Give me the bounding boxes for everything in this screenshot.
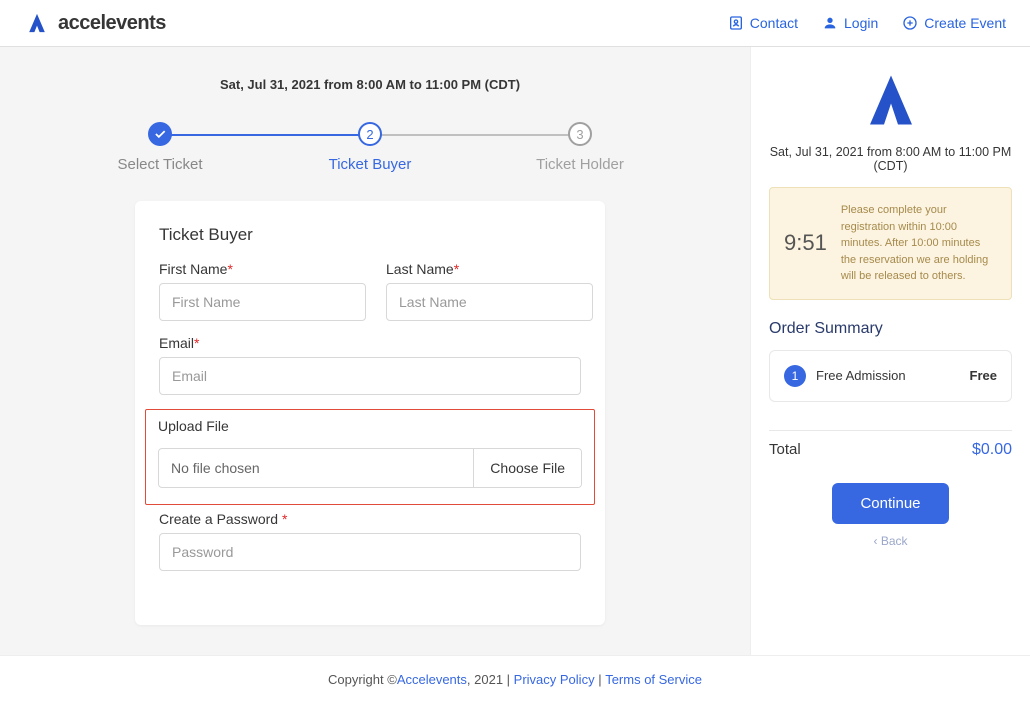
stepper: Select Ticket 2 Ticket Buyer 3 Ticket Ho… xyxy=(100,122,640,173)
back-link[interactable]: ‹ Back xyxy=(769,534,1012,548)
chevron-left-icon: ‹ xyxy=(873,534,877,548)
person-icon xyxy=(822,15,838,31)
file-input-row: No file chosen Choose File xyxy=(158,448,582,488)
footer: Copyright ©Accelevents, 2021 | Privacy P… xyxy=(0,655,1030,703)
check-icon xyxy=(148,122,172,146)
first-name-input[interactable] xyxy=(159,283,366,321)
total-value: $0.00 xyxy=(972,441,1012,459)
plus-circle-icon xyxy=(902,15,918,31)
step-number: 3 xyxy=(568,122,592,146)
last-name-label: Last Name* xyxy=(386,261,593,277)
terms-link[interactable]: Terms of Service xyxy=(605,672,702,687)
email-input[interactable] xyxy=(159,357,581,395)
login-label: Login xyxy=(844,15,878,31)
continue-button[interactable]: Continue xyxy=(832,483,948,524)
order-item: 1 Free Admission Free xyxy=(769,350,1012,402)
event-logo-icon xyxy=(856,65,926,135)
login-link[interactable]: Login xyxy=(822,15,878,31)
ticket-buyer-form: Ticket Buyer First Name* Last Name* Emai… xyxy=(135,201,605,625)
logo[interactable]: accelevents xyxy=(24,10,166,36)
logo-text: accelevents xyxy=(58,12,166,35)
order-summary-title: Order Summary xyxy=(769,320,1012,338)
footer-brand-link[interactable]: Accelevents xyxy=(397,672,467,687)
contact-label: Contact xyxy=(750,15,798,31)
reservation-text: Please complete your registration within… xyxy=(841,202,997,285)
password-input[interactable] xyxy=(159,533,581,571)
create-event-link[interactable]: Create Event xyxy=(902,15,1006,31)
upload-label: Upload File xyxy=(158,418,229,434)
contact-link[interactable]: Contact xyxy=(728,15,798,31)
step-label: Ticket Holder xyxy=(536,156,624,173)
qty-badge: 1 xyxy=(784,365,806,387)
main-content: Sat, Jul 31, 2021 from 8:00 AM to 11:00 … xyxy=(0,47,1030,655)
choose-file-button[interactable]: Choose File xyxy=(473,449,581,487)
first-name-label: First Name* xyxy=(159,261,366,277)
total-row: Total $0.00 xyxy=(769,430,1012,459)
reservation-box: 9:51 Please complete your registration w… xyxy=(769,187,1012,300)
step-label: Ticket Buyer xyxy=(329,156,412,173)
sidebar: Sat, Jul 31, 2021 from 8:00 AM to 11:00 … xyxy=(750,47,1030,655)
top-bar: accelevents Contact Login Create Event xyxy=(0,0,1030,47)
sidebar-date: Sat, Jul 31, 2021 from 8:00 AM to 11:00 … xyxy=(769,145,1012,173)
upload-highlight: Upload File No file chosen Choose File xyxy=(145,409,595,505)
step-ticket-buyer[interactable]: 2 Ticket Buyer xyxy=(310,122,430,173)
left-column: Sat, Jul 31, 2021 from 8:00 AM to 11:00 … xyxy=(0,47,750,655)
file-placeholder: No file chosen xyxy=(159,449,473,487)
form-title: Ticket Buyer xyxy=(159,225,581,245)
total-label: Total xyxy=(769,441,801,458)
event-date: Sat, Jul 31, 2021 from 8:00 AM to 11:00 … xyxy=(220,77,520,92)
step-number: 2 xyxy=(358,122,382,146)
item-name: Free Admission xyxy=(816,368,960,383)
step-label: Select Ticket xyxy=(117,156,202,173)
create-event-label: Create Event xyxy=(924,15,1006,31)
privacy-link[interactable]: Privacy Policy xyxy=(514,672,595,687)
contact-icon xyxy=(728,15,744,31)
countdown-timer: 9:51 xyxy=(784,230,827,256)
email-label: Email* xyxy=(159,335,581,351)
password-label: Create a Password * xyxy=(159,511,581,527)
item-price: Free xyxy=(970,368,997,383)
step-ticket-holder[interactable]: 3 Ticket Holder xyxy=(520,122,640,173)
last-name-input[interactable] xyxy=(386,283,593,321)
logo-icon xyxy=(24,10,50,36)
nav-right: Contact Login Create Event xyxy=(728,15,1006,31)
step-select-ticket[interactable]: Select Ticket xyxy=(100,122,220,173)
